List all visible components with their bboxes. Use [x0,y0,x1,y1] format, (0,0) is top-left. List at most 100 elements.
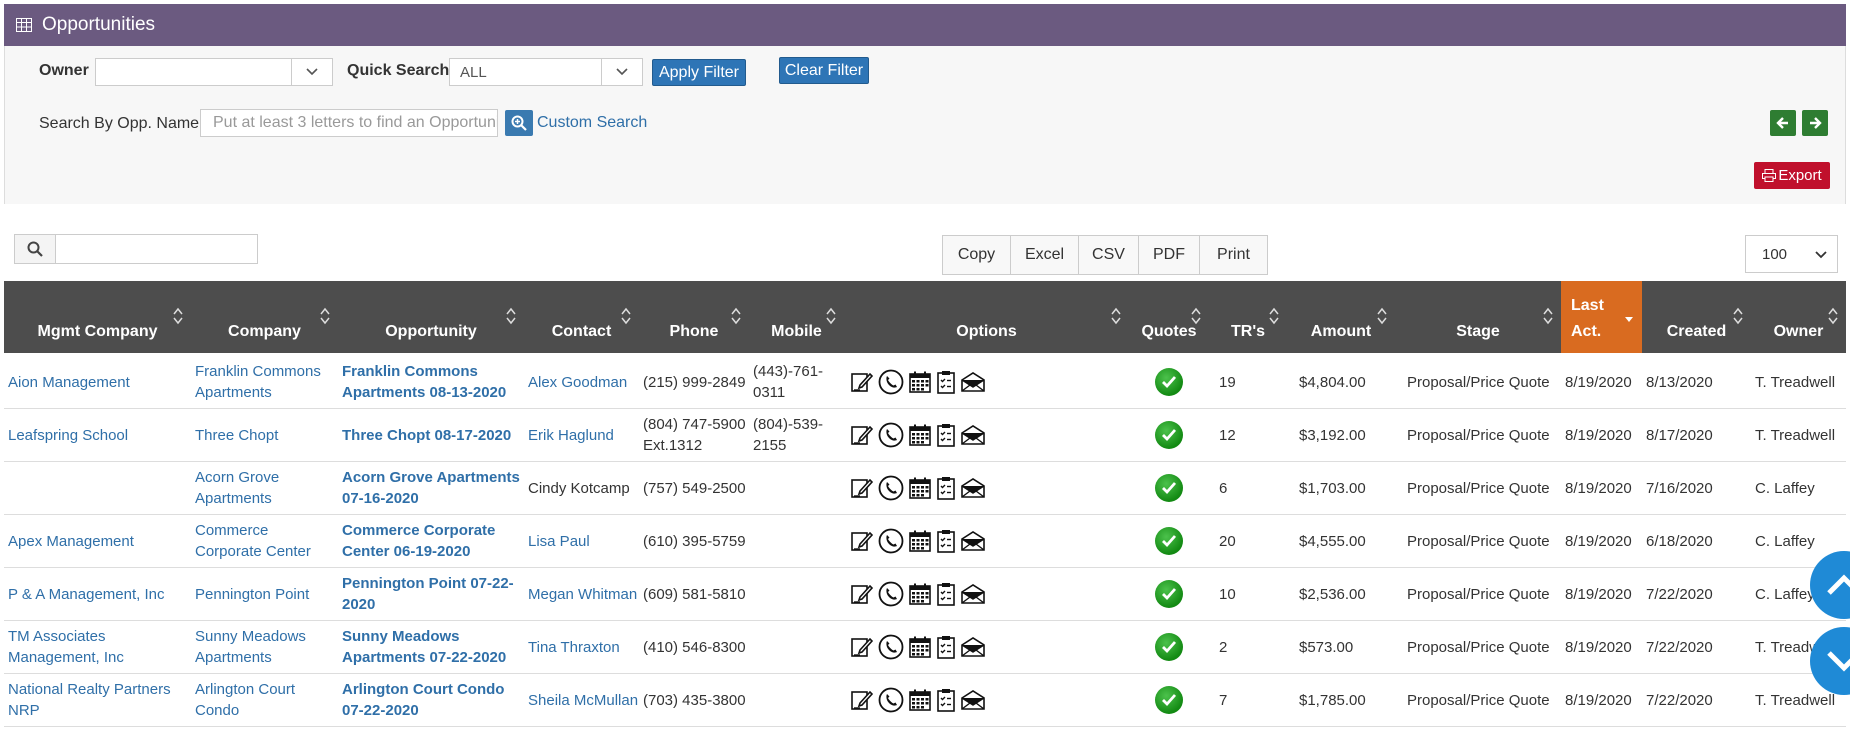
opportunity-link[interactable]: Pennington Point 07-22-2020 [338,568,524,620]
email-icon[interactable] [960,582,986,606]
clipboard-icon[interactable] [936,476,956,500]
export-button[interactable]: Export [1754,162,1830,189]
email-icon[interactable] [960,476,986,500]
email-icon[interactable] [960,529,986,553]
page-size-select[interactable]: 100 [1745,235,1838,273]
calendar-icon[interactable] [908,582,932,606]
calendar-icon[interactable] [908,476,932,500]
table-search-input[interactable] [56,235,257,263]
phone-icon[interactable] [878,422,904,448]
check-icon[interactable] [1155,527,1183,555]
column-header-amount[interactable]: Amount [1287,281,1395,353]
edit-icon[interactable] [850,423,874,447]
mgmt-company-link[interactable]: TM Associates Management, Inc [4,621,191,673]
column-header-trs[interactable]: TR's [1209,281,1287,353]
contact-link[interactable]: Alex Goodman [524,356,639,408]
edit-icon[interactable] [850,476,874,500]
phone-icon[interactable] [878,687,904,713]
clipboard-icon[interactable] [936,582,956,606]
contact-link[interactable]: Cindy Kotcamp [524,462,639,514]
mgmt-company-link[interactable]: Apex Management [4,515,191,567]
mgmt-company-link[interactable]: Leafspring School [4,409,191,461]
edit-icon[interactable] [850,635,874,659]
clipboard-icon[interactable] [936,635,956,659]
email-icon[interactable] [960,635,986,659]
column-header-quotes[interactable]: Quotes [1129,281,1209,353]
opportunity-link[interactable]: Acorn Grove Apartments 07-16-2020 [338,462,524,514]
clear-filter-button[interactable]: Clear Filter [779,57,869,84]
column-header-opportunity[interactable]: Opportunity [338,281,524,353]
email-icon[interactable] [960,423,986,447]
contact-link[interactable]: Erik Haglund [524,409,639,461]
column-header-mgmt-company[interactable]: Mgmt Company [4,281,191,353]
company-link[interactable]: Sunny Meadows Apartments [191,621,338,673]
email-icon[interactable] [960,688,986,712]
clipboard-icon[interactable] [936,423,956,447]
excel-button[interactable]: Excel [1011,236,1079,274]
opportunity-link[interactable]: Three Chopt 08-17-2020 [338,409,524,461]
column-header-last-act[interactable]: Last Act. [1561,281,1642,353]
check-icon[interactable] [1155,421,1183,449]
mgmt-company-link[interactable]: Aion Management [4,356,191,408]
mgmt-company-link[interactable]: P & A Management, Inc [4,568,191,620]
company-link[interactable]: Acorn Grove Apartments [191,462,338,514]
print-button[interactable]: Print [1200,236,1267,274]
company-link[interactable]: Franklin Commons Apartments [191,356,338,408]
phone-icon[interactable] [878,369,904,395]
edit-icon[interactable] [850,582,874,606]
phone-icon[interactable] [878,634,904,660]
column-header-owner[interactable]: Owner [1751,281,1846,353]
edit-icon[interactable] [850,370,874,394]
apply-filter-button[interactable]: Apply Filter [652,59,746,86]
calendar-icon[interactable] [908,423,932,447]
check-icon[interactable] [1155,368,1183,396]
contact-link[interactable]: Sheila McMullan [524,674,639,726]
zoom-search-button[interactable] [505,110,533,136]
mgmt-company-link[interactable]: National Realty Partners NRP [4,674,191,726]
clipboard-icon[interactable] [936,529,956,553]
edit-icon[interactable] [850,688,874,712]
company-link[interactable]: Pennington Point [191,568,338,620]
contact-link[interactable]: Lisa Paul [524,515,639,567]
column-header-stage[interactable]: Stage [1395,281,1561,353]
previous-button[interactable] [1770,110,1796,136]
opportunity-link[interactable]: Sunny Meadows Apartments 07-22-2020 [338,621,524,673]
phone-icon[interactable] [878,475,904,501]
pdf-button[interactable]: PDF [1139,236,1200,274]
mgmt-company-link[interactable] [4,462,191,514]
opportunity-name-input[interactable]: Put at least 3 letters to find an Opport… [200,109,498,137]
check-icon[interactable] [1155,474,1183,502]
contact-link[interactable]: Tina Thraxton [524,621,639,673]
column-header-company[interactable]: Company [191,281,338,353]
owner-select[interactable] [95,58,333,86]
check-icon[interactable] [1155,686,1183,714]
column-header-contact[interactable]: Contact [524,281,639,353]
edit-icon[interactable] [850,529,874,553]
table-search[interactable] [14,234,258,264]
copy-button[interactable]: Copy [943,236,1011,274]
phone-icon[interactable] [878,581,904,607]
check-icon[interactable] [1155,580,1183,608]
next-button[interactable] [1802,110,1828,136]
column-header-phone[interactable]: Phone [639,281,749,353]
company-link[interactable]: Arlington Court Condo [191,674,338,726]
opportunity-link[interactable]: Franklin Commons Apartments 08-13-2020 [338,356,524,408]
calendar-icon[interactable] [908,635,932,659]
phone-icon[interactable] [878,528,904,554]
company-link[interactable]: Three Chopt [191,409,338,461]
calendar-icon[interactable] [908,688,932,712]
clipboard-icon[interactable] [936,688,956,712]
clipboard-icon[interactable] [936,370,956,394]
column-header-created[interactable]: Created [1642,281,1751,353]
quick-search-select[interactable]: ALL [449,58,643,86]
opportunity-link[interactable]: Commerce Corporate Center 06-19-2020 [338,515,524,567]
contact-link[interactable]: Megan Whitman [524,568,639,620]
opportunity-link[interactable]: Arlington Court Condo 07-22-2020 [338,674,524,726]
calendar-icon[interactable] [908,529,932,553]
column-header-options[interactable]: Options [844,281,1129,353]
calendar-icon[interactable] [908,370,932,394]
company-link[interactable]: Commerce Corporate Center [191,515,338,567]
custom-search-link[interactable]: Custom Search [537,114,647,132]
csv-button[interactable]: CSV [1079,236,1139,274]
email-icon[interactable] [960,370,986,394]
